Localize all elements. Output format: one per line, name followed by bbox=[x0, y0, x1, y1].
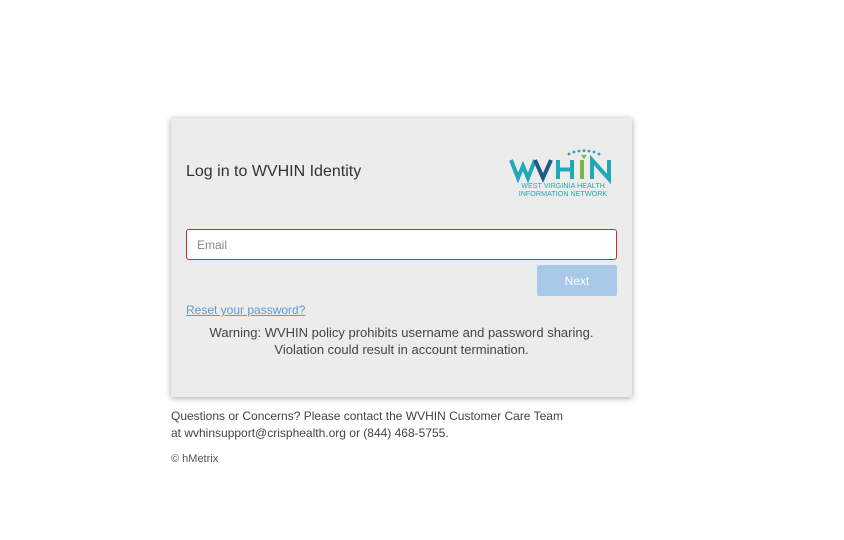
contact-line-2: at wvhinsupport@crisphealth.org or (844)… bbox=[171, 426, 449, 440]
warning-line-2: Violation could result in account termin… bbox=[274, 342, 529, 357]
email-input[interactable] bbox=[186, 229, 617, 260]
wvhin-logo: WEST VIRGINIA HEALTH INFORMATION NETWORK bbox=[509, 149, 611, 198]
login-card: Log in to WVHIN Identity WEST VIRGINIA H… bbox=[171, 118, 632, 397]
next-button[interactable]: Next bbox=[537, 265, 617, 296]
warning-line-1: Warning: WVHIN policy prohibits username… bbox=[209, 325, 594, 340]
warning-message: Warning: WVHIN policy prohibits username… bbox=[186, 324, 617, 358]
contact-info: Questions or Concerns? Please contact th… bbox=[171, 408, 563, 442]
login-page: Log in to WVHIN Identity WEST VIRGINIA H… bbox=[0, 0, 844, 540]
logo-dots bbox=[567, 149, 601, 156]
login-title: Log in to WVHIN Identity bbox=[186, 163, 362, 180]
contact-line-1: Questions or Concerns? Please contact th… bbox=[171, 409, 563, 423]
logo-line2: INFORMATION NETWORK bbox=[519, 189, 608, 198]
copyright: © hMetrix bbox=[171, 453, 219, 465]
reset-password-link[interactable]: Reset your password? bbox=[186, 303, 305, 317]
